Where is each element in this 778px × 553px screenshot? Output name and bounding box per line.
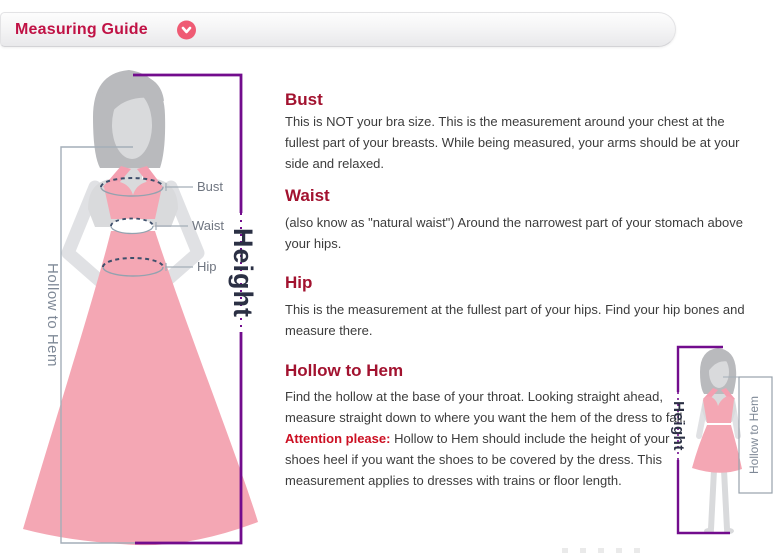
para-line: Find the hollow at the base of your thro… bbox=[285, 386, 686, 407]
para-line: shoes heel if you want the shoes to be c… bbox=[285, 449, 686, 470]
measuring-guide-page: Measuring Guide Hollow to Hem bbox=[0, 0, 778, 553]
para-line: side and relaxed. bbox=[285, 153, 740, 174]
para-line: measurement applies to dresses with trai… bbox=[285, 470, 686, 491]
chevron-down-icon[interactable] bbox=[177, 20, 196, 39]
para-line: fullest part of your breasts. While bein… bbox=[285, 132, 740, 153]
para-line: This is NOT your bra size. This is the m… bbox=[285, 111, 740, 132]
bust-label: Bust bbox=[197, 179, 223, 194]
para-line: (also know as "natural waist") Around th… bbox=[285, 212, 743, 233]
section-para-hollow-to-hem: Find the hollow at the base of your thro… bbox=[285, 386, 686, 491]
attention-label: Attention please: bbox=[285, 431, 390, 446]
section-heading-hollow-to-hem: Hollow to Hem bbox=[285, 361, 403, 381]
para-line: measure straight down to where you want … bbox=[285, 407, 686, 428]
hip-label: Hip bbox=[197, 259, 217, 274]
page-title: Measuring Guide bbox=[15, 21, 148, 39]
small-right-leg bbox=[724, 470, 727, 529]
attention-rest: Hollow to Hem should include the height … bbox=[390, 431, 669, 446]
small-left-leg bbox=[711, 470, 714, 529]
measuring-guide-header: Measuring Guide bbox=[0, 12, 676, 47]
section-heading-hip: Hip bbox=[285, 273, 312, 293]
small-figure-illustration: Height Hollow to Hem bbox=[650, 330, 778, 553]
section-heading-bust: Bust bbox=[285, 90, 323, 110]
para-line: your hips. bbox=[285, 233, 743, 254]
hollow-to-hem-vertical-label: Hollow to Hem bbox=[44, 263, 61, 367]
section-para-bust: This is NOT your bra size. This is the m… bbox=[285, 111, 740, 174]
waist-label: Waist bbox=[192, 218, 224, 233]
cutoff-content-smudge bbox=[562, 548, 652, 553]
section-heading-waist: Waist bbox=[285, 186, 330, 206]
para-line-attention: Attention please: Hollow to Hem should i… bbox=[285, 428, 686, 449]
small-height-vertical-label: Height bbox=[670, 401, 687, 451]
chevron-down-glyph bbox=[180, 23, 193, 36]
small-hollow-to-hem-vertical-label: Hollow to Hem bbox=[747, 396, 761, 474]
height-vertical-label: Height bbox=[228, 228, 258, 318]
para-line: This is the measurement at the fullest p… bbox=[285, 299, 745, 320]
section-para-waist: (also know as "natural waist") Around th… bbox=[285, 212, 743, 254]
